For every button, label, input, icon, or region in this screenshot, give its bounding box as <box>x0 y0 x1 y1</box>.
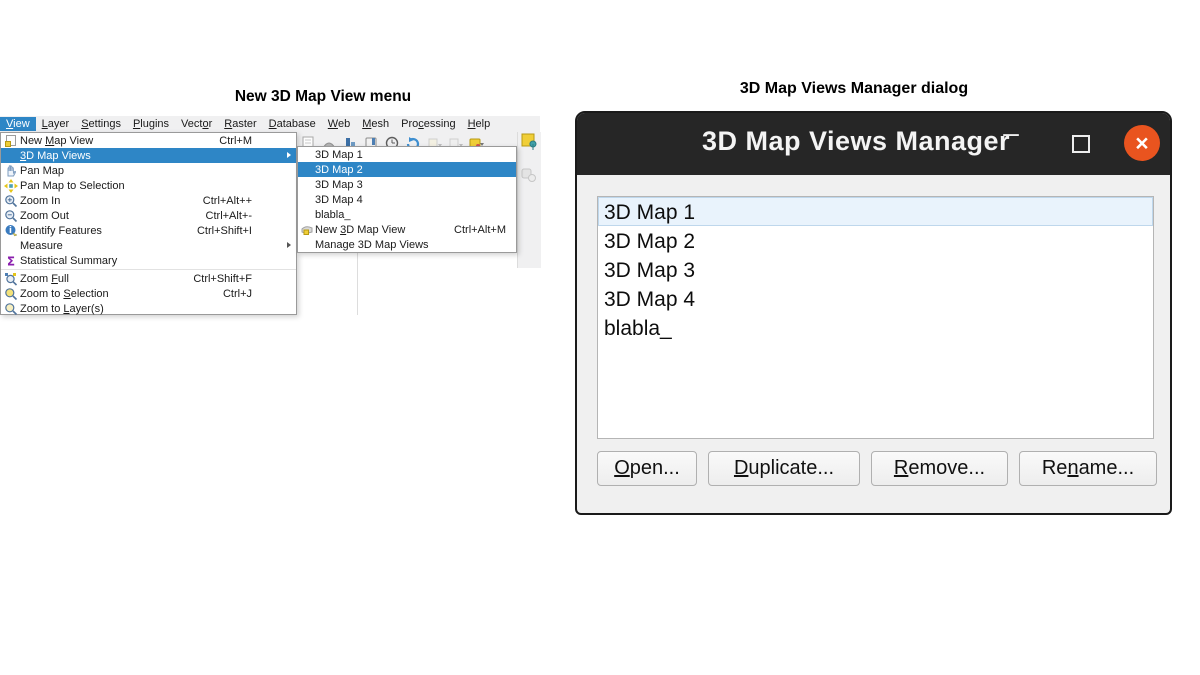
dialog-titlebar[interactable]: 3D Map Views Manager – × <box>577 113 1170 175</box>
new-map-view-icon <box>1 134 20 148</box>
zoom-out-icon <box>1 209 20 223</box>
identify-features-icon: i <box>1 224 20 238</box>
screenshot: New 3D Map View menu 3D Map Views Manage… <box>0 0 1200 675</box>
menu-item-measure[interactable]: Measure <box>1 238 296 253</box>
menu-item-3d-map-views[interactable]: 3D Map Views <box>1 148 296 163</box>
pan-to-selection-icon <box>1 179 20 193</box>
sigma-icon: Σ <box>1 254 20 268</box>
menu-item-zoom-in[interactable]: Zoom In Ctrl+Alt++ <box>1 193 296 208</box>
right-toolbar-strip <box>517 132 541 268</box>
list-item[interactable]: 3D Map 2 <box>598 226 1153 255</box>
submenu-item-manage-3d-map-views[interactable]: Manage 3D Map Views <box>298 237 516 252</box>
submenu-item-3d-map-2[interactable]: 3D Map 2 <box>298 162 516 177</box>
3d-map-views-manager-dialog: 3D Map Views Manager – × 3D Map 1 3D Map… <box>575 111 1172 515</box>
menu-item-zoom-full[interactable]: Zoom Full Ctrl+Shift+F <box>1 271 296 286</box>
menubar: View Layer Settings Plugins Vector Raste… <box>0 116 540 132</box>
submenu-item-3d-map-1[interactable]: 3D Map 1 <box>298 147 516 162</box>
rename-button[interactable]: Rename... <box>1019 451 1157 486</box>
menubar-item-layer[interactable]: Layer <box>36 117 76 131</box>
menubar-item-help[interactable]: Help <box>462 117 497 131</box>
submenu-item-blabla[interactable]: blabla_ <box>298 207 516 222</box>
zoom-in-icon <box>1 194 20 208</box>
menu-item-pan-map-to-selection[interactable]: Pan Map to Selection <box>1 178 296 193</box>
menu-item-zoom-to-layers[interactable]: Zoom to Layer(s) <box>1 301 296 316</box>
qgis-window-fragment: View Layer Settings Plugins Vector Raste… <box>0 116 540 315</box>
svg-text:Σ: Σ <box>6 254 14 268</box>
panel-divider <box>357 253 358 315</box>
close-button[interactable]: × <box>1124 125 1160 161</box>
view-menu: New Map View Ctrl+M 3D Map Views Pan Map… <box>0 132 297 315</box>
menu-item-new-map-view[interactable]: New Map View Ctrl+M <box>1 133 296 148</box>
open-button[interactable]: Open... <box>597 451 697 486</box>
menu-item-label: 3D Map Views <box>20 150 91 162</box>
submenu-arrow-icon <box>287 242 291 248</box>
list-item[interactable]: blabla_ <box>598 313 1153 342</box>
menubar-item-plugins[interactable]: Plugins <box>127 117 175 131</box>
menubar-item-processing[interactable]: Processing <box>395 117 461 131</box>
menubar-item-settings[interactable]: Settings <box>75 117 127 131</box>
menu-item-statistical-summary[interactable]: Σ Statistical Summary <box>1 253 296 268</box>
menubar-item-view[interactable]: View <box>0 117 36 131</box>
submenu-arrow-icon <box>287 152 291 158</box>
dialog-title: 3D Map Views Manager <box>577 126 1135 157</box>
submenu-item-new-3d-map-view[interactable]: New 3D Map View Ctrl+Alt+M <box>298 222 516 237</box>
menubar-item-mesh[interactable]: Mesh <box>356 117 395 131</box>
menubar-item-web[interactable]: Web <box>322 117 356 131</box>
new-3d-map-view-icon <box>298 223 315 237</box>
submenu-item-3d-map-4[interactable]: 3D Map 4 <box>298 192 516 207</box>
new-layer-icon[interactable] <box>520 132 536 148</box>
svg-text:i: i <box>9 226 12 236</box>
close-icon: × <box>1135 132 1148 155</box>
menu-item-label: New Map View <box>20 135 93 147</box>
menu-item-identify-features[interactable]: i Identify Features Ctrl+Shift+I <box>1 223 296 238</box>
remove-button[interactable]: Remove... <box>871 451 1008 486</box>
menubar-item-vector[interactable]: Vector <box>175 117 218 131</box>
menu-item-zoom-out[interactable]: Zoom Out Ctrl+Alt+- <box>1 208 296 223</box>
pan-hand-icon <box>1 164 20 178</box>
left-caption: New 3D Map View menu <box>123 88 523 106</box>
zoom-to-selection-icon <box>1 287 20 301</box>
map-views-list[interactable]: 3D Map 1 3D Map 2 3D Map 3 3D Map 4 blab… <box>597 196 1154 439</box>
menubar-item-raster[interactable]: Raster <box>218 117 262 131</box>
menubar-item-database[interactable]: Database <box>263 117 322 131</box>
zoom-full-icon <box>1 272 20 286</box>
zoom-to-layers-icon <box>1 302 20 316</box>
3d-map-views-submenu: 3D Map 1 3D Map 2 3D Map 3 3D Map 4 blab… <box>297 146 517 253</box>
dialog-button-row: Open... Duplicate... Remove... Rename... <box>597 451 1157 486</box>
right-caption: 3D Map Views Manager dialog <box>654 80 1054 98</box>
list-item[interactable]: 3D Map 3 <box>598 255 1153 284</box>
menu-item-shortcut: Ctrl+M <box>219 135 288 147</box>
menu-item-zoom-to-selection[interactable]: Zoom to Selection Ctrl+J <box>1 286 296 301</box>
submenu-item-3d-map-3[interactable]: 3D Map 3 <box>298 177 516 192</box>
menu-item-pan-map[interactable]: Pan Map <box>1 163 296 178</box>
list-item[interactable]: 3D Map 4 <box>598 284 1153 313</box>
minimize-button[interactable]: – <box>996 117 1026 149</box>
maximize-button[interactable] <box>1072 135 1090 153</box>
duplicate-button[interactable]: Duplicate... <box>708 451 860 486</box>
list-item[interactable]: 3D Map 1 <box>598 197 1153 226</box>
duplicate-layer-icon[interactable] <box>520 166 536 182</box>
